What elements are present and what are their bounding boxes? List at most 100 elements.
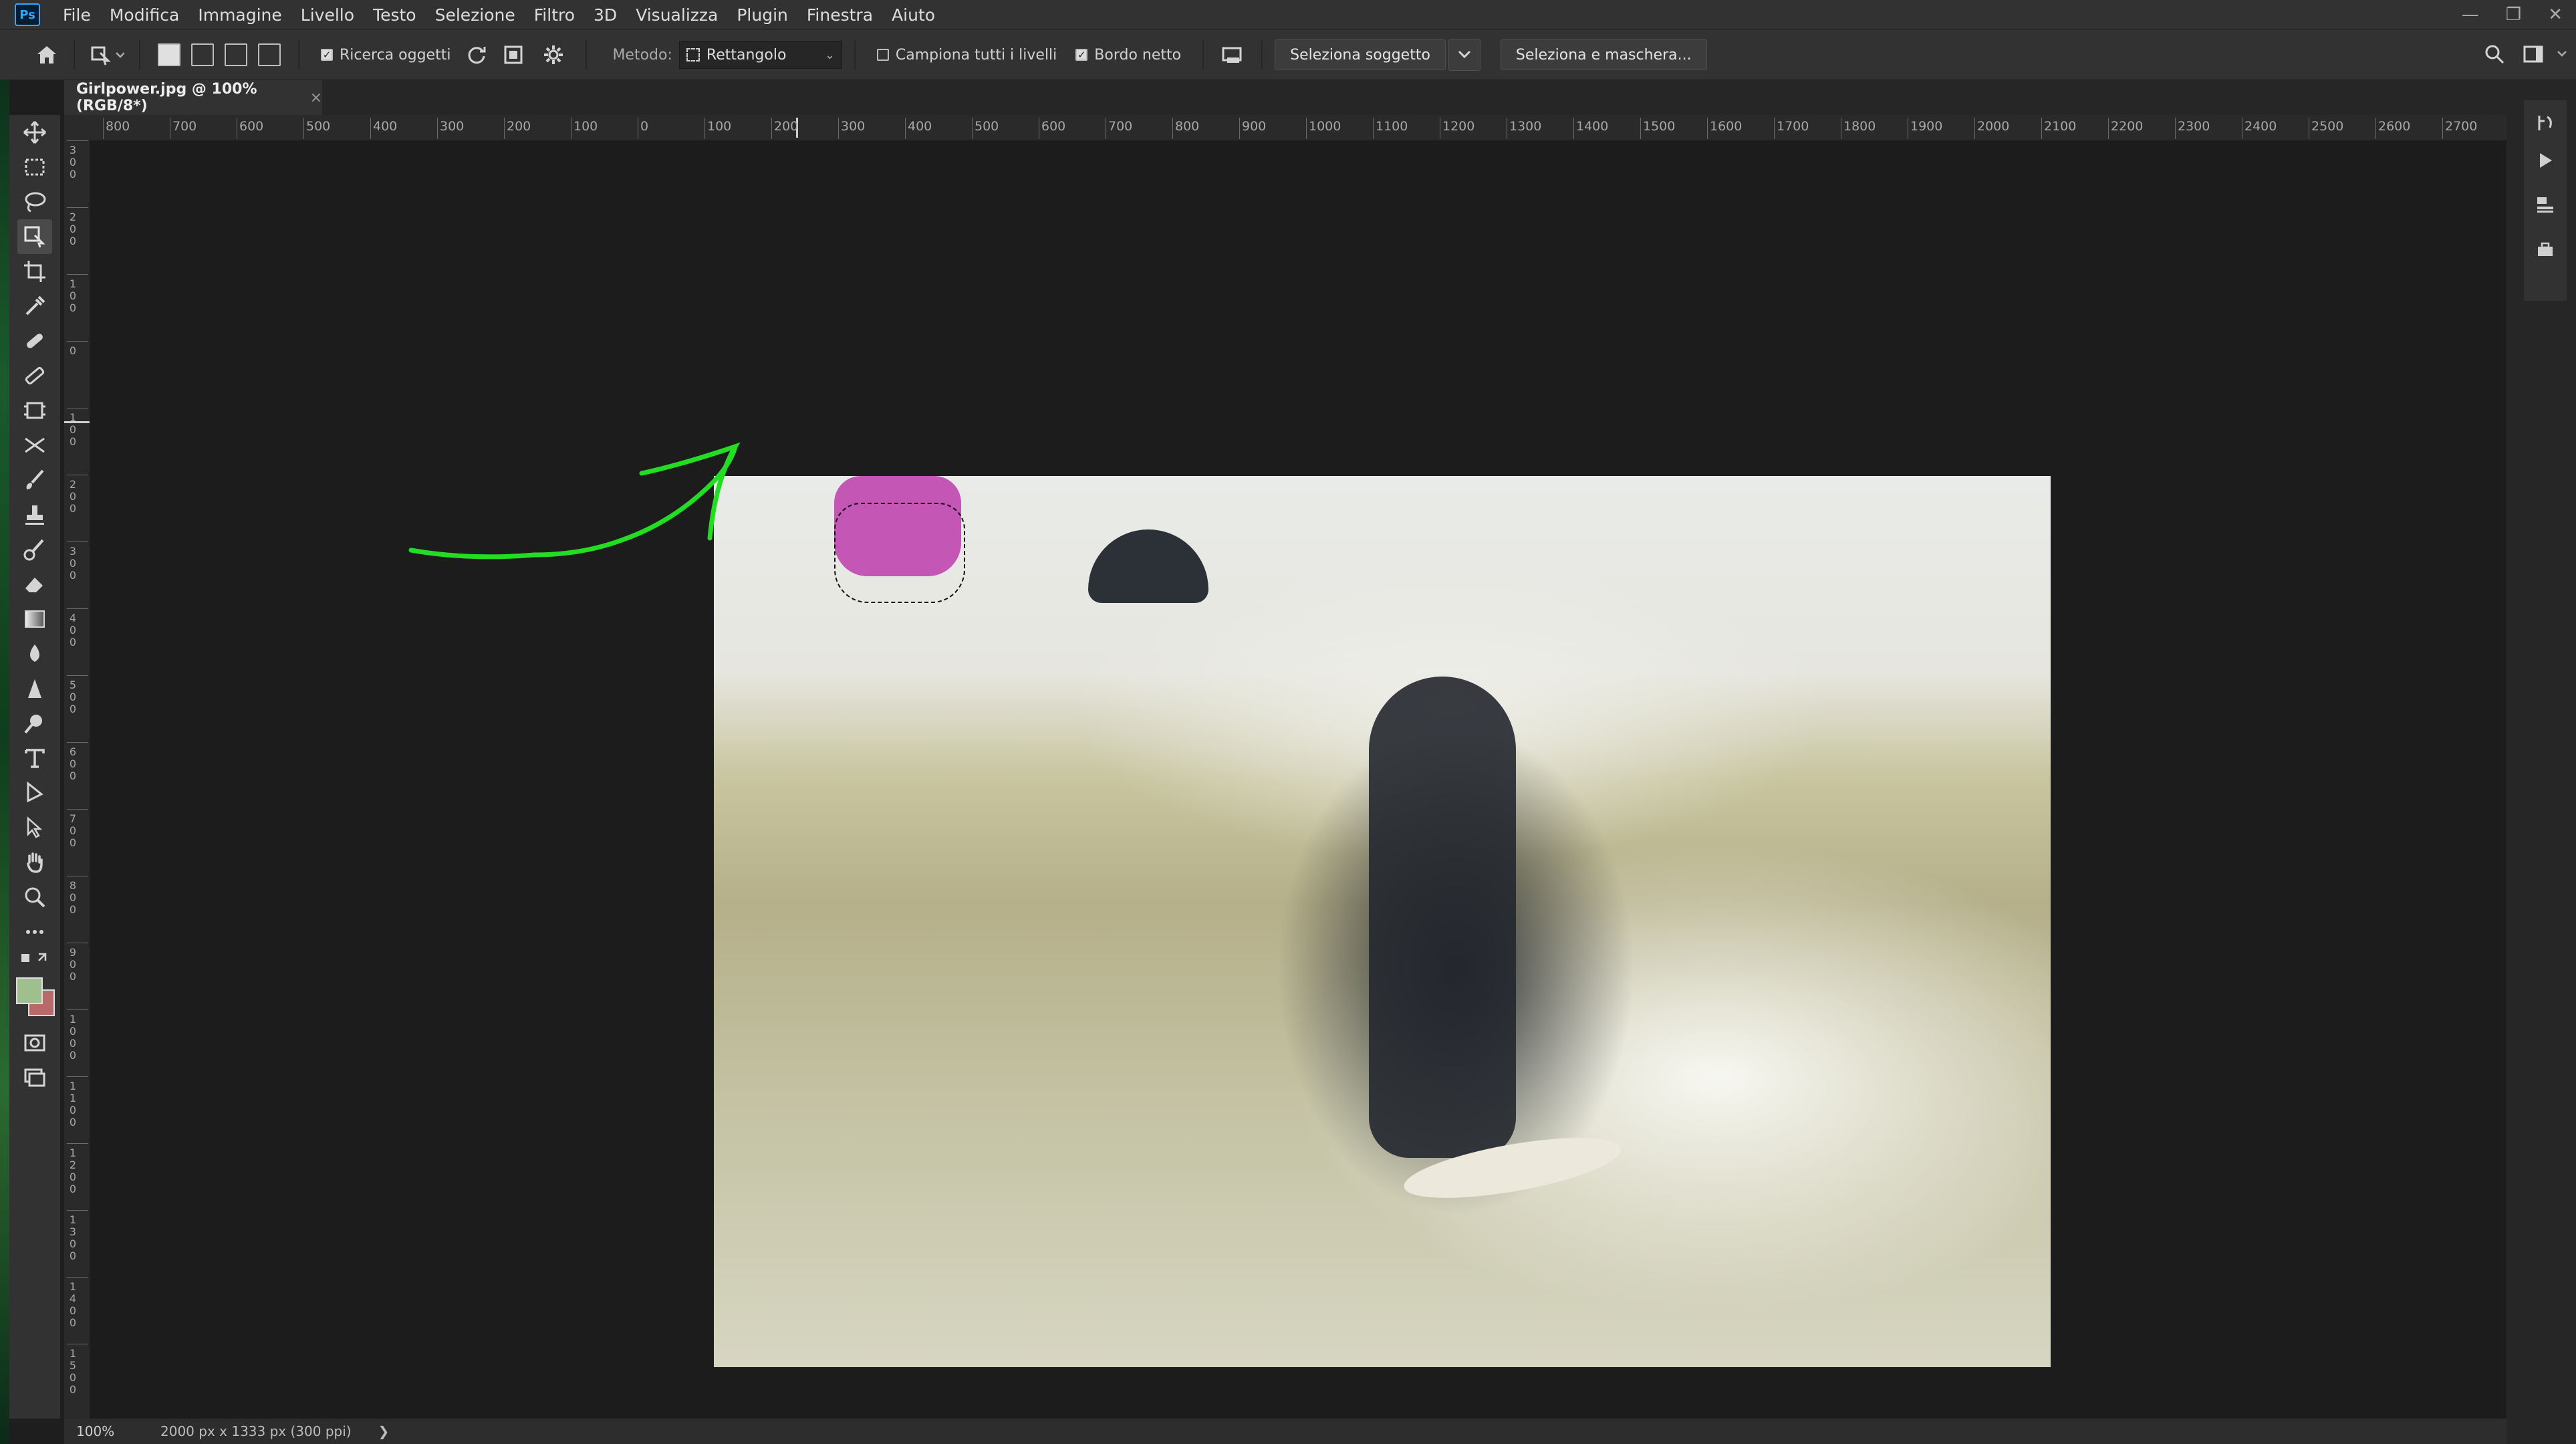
sharpen-icon[interactable] (17, 671, 52, 706)
select-subject-cloud-icon[interactable] (1216, 40, 1249, 70)
object-selection-icon[interactable] (17, 219, 52, 254)
workspace-icon[interactable] (2519, 39, 2548, 69)
menu-immagine[interactable]: Immagine (188, 5, 291, 25)
status-menu-arrow-icon[interactable]: ❯ (378, 1423, 390, 1439)
campiona-checkbox[interactable]: Campiona tutti i livelli (876, 46, 1057, 64)
menu-livello[interactable]: Livello (291, 5, 364, 25)
refresh-icon[interactable] (460, 40, 493, 70)
seleziona-soggetto-button[interactable]: Seleziona soggetto (1275, 39, 1446, 70)
briefcase-icon[interactable] (2533, 238, 2557, 262)
document-tab[interactable]: Girlpower.jpg @ 100% (RGB/8*) × (64, 80, 322, 115)
close-icon[interactable]: ✕ (2548, 5, 2563, 25)
ruler-tick (1974, 118, 1975, 139)
bordo-netto-checkbox[interactable]: ✓ Bordo netto (1075, 47, 1181, 64)
zoom-level[interactable]: 100% (64, 1423, 136, 1439)
subtract-selection-button[interactable] (225, 43, 247, 66)
document-image[interactable] (714, 476, 2051, 1367)
crop-icon[interactable] (17, 254, 52, 289)
menu-aiuto[interactable]: Aiuto (882, 5, 944, 25)
object-selection-preset-icon[interactable] (87, 40, 127, 70)
background-person (1088, 529, 1208, 603)
swap-colors-icon[interactable] (17, 947, 52, 973)
eraser-icon[interactable] (17, 567, 52, 602)
ruler-label: 2700 (2445, 119, 2478, 134)
menu-testo[interactable]: Testo (364, 5, 426, 25)
intersect-selection-button[interactable] (258, 43, 281, 66)
type-icon[interactable] (17, 741, 52, 775)
gradient-icon[interactable] (17, 602, 52, 636)
color-swatches[interactable] (16, 977, 56, 1017)
checkbox-label: Campiona tutti i livelli (895, 46, 1057, 64)
play-icon[interactable] (2533, 148, 2557, 172)
blur-icon[interactable] (17, 636, 52, 671)
history-brush-icon[interactable] (17, 532, 52, 567)
show-all-objects-icon[interactable] (493, 40, 533, 70)
path-selection-icon[interactable] (17, 775, 52, 810)
menu-filtro[interactable]: Filtro (525, 5, 584, 25)
ruler-tick (103, 118, 104, 139)
ruler-tick (704, 118, 705, 139)
ruler-label: 200 (69, 211, 77, 247)
healing-icon[interactable] (17, 324, 52, 358)
menu-modifica[interactable]: Modifica (100, 5, 189, 25)
document-tab-title: Girlpower.jpg @ 100% (RGB/8*) (76, 81, 257, 114)
ruler-tick (1774, 118, 1775, 139)
gear-icon[interactable] (533, 40, 573, 70)
metodo-select[interactable]: Rettangolo ⌄ (678, 41, 842, 69)
properties-panel-icon[interactable] (2533, 193, 2557, 217)
brush-icon[interactable] (17, 463, 52, 497)
content-aware-move-icon[interactable] (17, 428, 52, 463)
surfer (1369, 677, 1516, 1158)
minimize-icon[interactable]: — (2462, 5, 2479, 25)
close-tab-icon[interactable]: × (310, 90, 322, 106)
lasso-icon[interactable] (17, 185, 52, 219)
ruler-tick (67, 675, 88, 676)
history-panel-icon[interactable] (2533, 111, 2557, 135)
ruler-tick (67, 742, 88, 743)
ruler-label: 600 (239, 119, 264, 134)
screen-mode-icon[interactable] (17, 1060, 52, 1095)
ruler-tick (905, 118, 906, 139)
menu-plugin[interactable]: Plugin (727, 5, 797, 25)
marquee-icon[interactable] (17, 150, 52, 185)
ruler-label: 1300 (1509, 119, 1542, 134)
menu-finestra[interactable]: Finestra (797, 5, 882, 25)
hand-icon[interactable] (17, 845, 52, 880)
stamp-icon[interactable] (17, 497, 52, 532)
eyedropper-icon[interactable] (17, 289, 52, 324)
ruler-label: 600 (69, 745, 77, 782)
quick-mask-icon[interactable] (17, 1026, 52, 1060)
seleziona-maschera-button[interactable]: Seleziona e maschera... (1500, 39, 1707, 70)
foreground-color-swatch[interactable] (16, 977, 43, 1004)
ruler-label: 2500 (2311, 119, 2344, 134)
search-icon[interactable] (2480, 39, 2509, 69)
zoom-icon[interactable] (17, 880, 52, 915)
ricerca-oggetti-checkbox[interactable]: ✓ Ricerca oggetti (321, 47, 450, 64)
restore-icon[interactable]: ❐ (2506, 5, 2521, 25)
frame-icon[interactable] (17, 393, 52, 428)
menu-file[interactable]: File (53, 5, 100, 25)
menu-3d[interactable]: 3D (584, 5, 626, 25)
patch-icon[interactable] (17, 358, 52, 393)
ruler-tick (67, 1076, 88, 1077)
add-selection-button[interactable] (191, 43, 214, 66)
ruler-tick (1373, 118, 1374, 139)
menu-selezione[interactable]: Selezione (426, 5, 525, 25)
dodge-icon[interactable] (17, 706, 52, 741)
home-icon[interactable] (32, 40, 61, 70)
ruler-label: 400 (908, 119, 932, 134)
move-icon[interactable] (17, 115, 52, 150)
ruler-tick (2375, 118, 2376, 139)
ruler-label: 2600 (2378, 119, 2411, 134)
new-selection-button[interactable] (158, 43, 180, 66)
menu-visualizza[interactable]: Visualizza (626, 5, 727, 25)
ruler-label: 0 (640, 119, 649, 134)
ruler-tick (67, 1210, 88, 1211)
canvas-area[interactable] (90, 140, 2506, 1419)
direct-selection-icon[interactable] (17, 810, 52, 845)
more-icon[interactable] (17, 915, 52, 949)
ruler-tick (437, 118, 438, 139)
chevron-down-icon[interactable] (2552, 39, 2572, 69)
checkbox-box (876, 49, 889, 61)
chevron-down-icon[interactable] (1448, 39, 1480, 71)
